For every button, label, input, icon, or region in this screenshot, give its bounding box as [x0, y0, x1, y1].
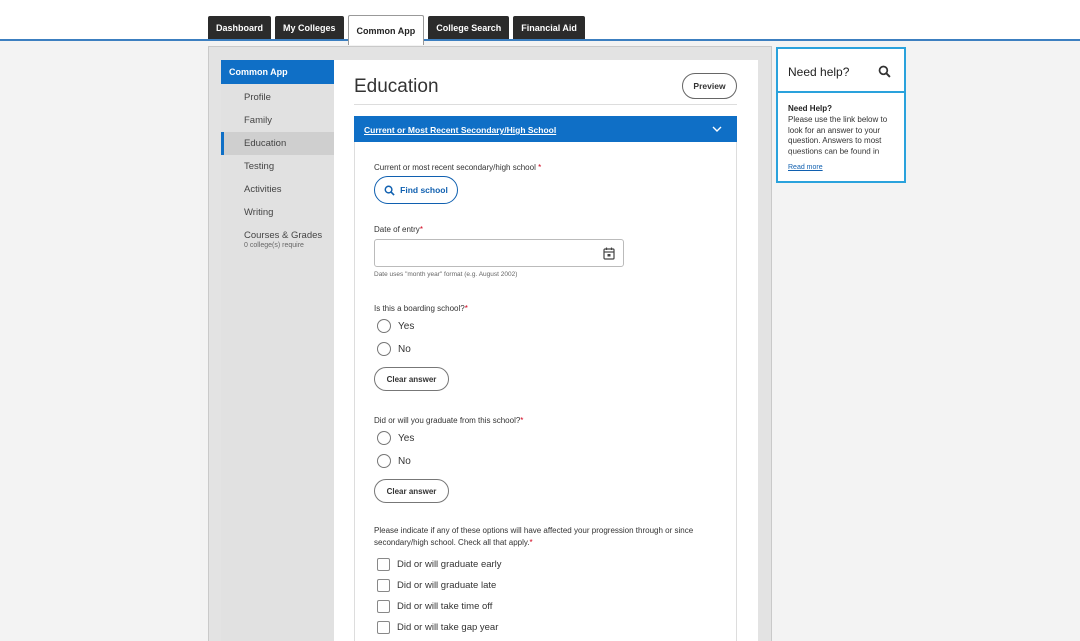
- date-of-entry-input[interactable]: [374, 239, 624, 267]
- page-title: Education: [354, 76, 439, 97]
- option-label: No: [398, 343, 411, 355]
- required-marker: *: [464, 304, 468, 313]
- calendar-icon[interactable]: [603, 247, 615, 260]
- sidebar-item-education[interactable]: Education: [221, 132, 344, 155]
- tab-dashboard[interactable]: Dashboard: [208, 16, 272, 39]
- sidebar-item-family[interactable]: Family: [221, 109, 334, 132]
- tab-financial-aid[interactable]: Financial Aid: [513, 16, 585, 39]
- boarding-question: Is this a boarding school?*: [374, 304, 468, 313]
- option-label: Did or will graduate late: [397, 580, 497, 591]
- help-subtitle: Need Help?: [788, 104, 833, 113]
- section-title: Current or Most Recent Secondary/High Sc…: [364, 125, 557, 135]
- search-icon: [384, 185, 395, 196]
- checkbox[interactable]: [377, 621, 390, 634]
- progress-option-late[interactable]: Did or will graduate late: [377, 579, 496, 592]
- graduate-yes-radio[interactable]: [377, 431, 391, 445]
- boarding-yes-radio[interactable]: [377, 319, 391, 333]
- option-label: No: [398, 455, 411, 467]
- option-label: Yes: [398, 320, 415, 332]
- chevron-down-icon: [712, 126, 722, 132]
- boarding-no-radio[interactable]: [377, 342, 391, 356]
- boarding-yes-option[interactable]: Yes: [377, 319, 414, 333]
- sidebar-item-courses-grades[interactable]: Courses & Grades 0 college(s) require: [221, 224, 334, 256]
- sidebar-item-sublabel: 0 college(s) require: [244, 242, 304, 249]
- graduate-no-radio[interactable]: [377, 454, 391, 468]
- graduate-yes-option[interactable]: Yes: [377, 431, 414, 445]
- search-icon[interactable]: [878, 65, 891, 78]
- help-header: Need help?: [778, 49, 904, 93]
- sidebar-item-testing[interactable]: Testing: [221, 155, 334, 178]
- progress-option-time-off[interactable]: Did or will take time off: [377, 600, 492, 613]
- required-marker: *: [538, 163, 542, 172]
- sidebar-item-profile[interactable]: Profile: [221, 86, 334, 109]
- date-question: Date of entry*: [374, 225, 423, 234]
- sidebar: Common App Profile Family Education Test…: [221, 60, 344, 641]
- option-label: Did or will take gap year: [397, 622, 499, 633]
- preview-button[interactable]: Preview: [682, 73, 737, 99]
- required-marker: *: [529, 538, 533, 547]
- tab-college-search[interactable]: College Search: [428, 16, 510, 39]
- help-title: Need help?: [788, 65, 850, 79]
- graduate-no-option[interactable]: No: [377, 454, 411, 468]
- checkbox[interactable]: [377, 600, 390, 613]
- tab-common-app[interactable]: Common App: [347, 15, 425, 45]
- progression-question: Please indicate if any of these options …: [374, 526, 694, 547]
- sidebar-item-activities[interactable]: Activities: [221, 178, 334, 201]
- title-divider: [354, 104, 737, 105]
- checkbox[interactable]: [377, 579, 390, 592]
- option-label: Did or will graduate early: [397, 559, 502, 570]
- option-label: Did or will take time off: [397, 601, 493, 612]
- tab-my-colleges[interactable]: My Colleges: [275, 16, 344, 39]
- required-marker: *: [520, 416, 524, 425]
- graduate-clear-button[interactable]: Clear answer: [374, 479, 449, 503]
- graduate-question: Did or will you graduate from this schoo…: [374, 416, 524, 425]
- date-hint: Date uses "month year" format (e.g. Augu…: [374, 271, 518, 278]
- checkbox[interactable]: [377, 558, 390, 571]
- sidebar-item-writing[interactable]: Writing: [221, 201, 334, 224]
- sidebar-header: Common App: [221, 60, 334, 84]
- progress-option-early[interactable]: Did or will graduate early: [377, 558, 502, 571]
- help-panel: Need help? Need Help? Please use the lin…: [776, 47, 906, 183]
- find-school-label: Find school: [400, 185, 448, 195]
- progress-option-gap-year[interactable]: Did or will take gap year: [377, 621, 498, 634]
- read-more-link[interactable]: Read more: [788, 164, 823, 171]
- boarding-no-option[interactable]: No: [377, 342, 411, 356]
- boarding-clear-button[interactable]: Clear answer: [374, 367, 449, 391]
- help-text: Please use the link below to look for an…: [788, 115, 900, 163]
- required-marker: *: [419, 225, 423, 234]
- sidebar-item-label: Courses & Grades: [244, 230, 323, 241]
- school-question: Current or most recent secondary/high sc…: [374, 163, 542, 172]
- find-school-button[interactable]: Find school: [374, 176, 458, 204]
- section-header[interactable]: Current or Most Recent Secondary/High Sc…: [354, 116, 737, 142]
- option-label: Yes: [398, 432, 415, 444]
- main-tabs: Dashboard My Colleges Common App College…: [208, 15, 585, 45]
